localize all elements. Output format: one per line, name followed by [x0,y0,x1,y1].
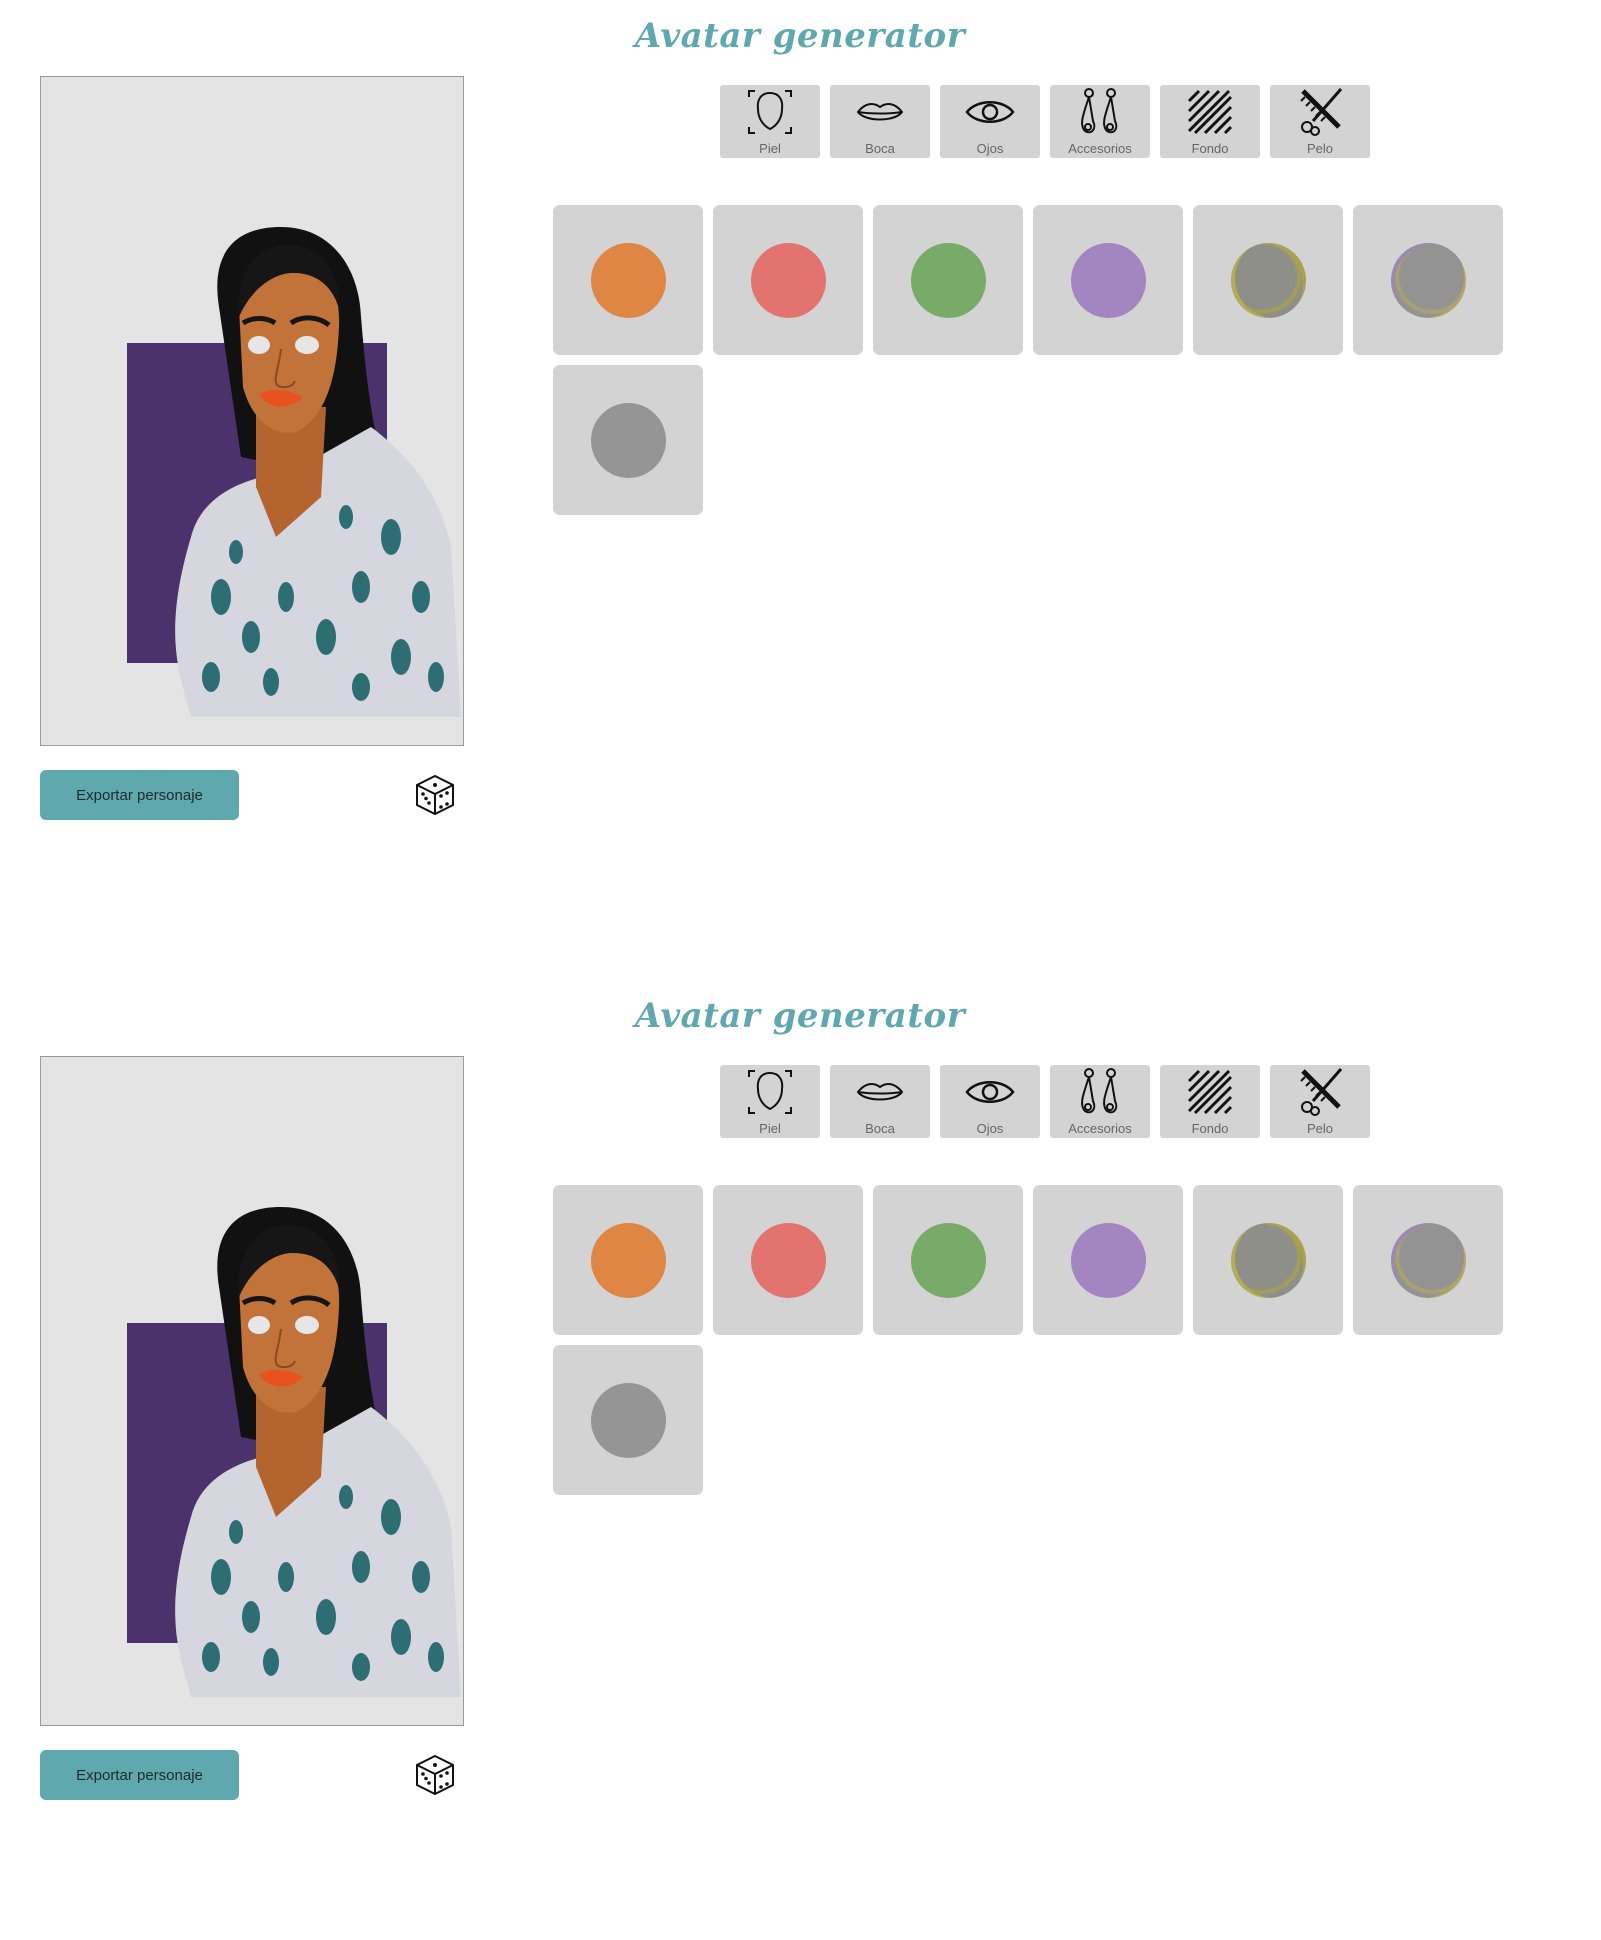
tab-fondo[interactable]: Fondo [1160,1065,1260,1138]
tab-pelo[interactable]: Pelo [1270,85,1370,158]
tab-label: Ojos [976,141,1004,156]
diagonal-stripes-icon [1187,1069,1233,1115]
export-character-button[interactable]: Exportar personaje [40,1750,239,1800]
color-swatch[interactable] [713,1185,863,1335]
avatar-illustration [127,227,462,717]
color-dot [1391,1223,1466,1298]
tab-piel[interactable]: Piel [720,1065,820,1138]
tab-label: Accesorios [1068,141,1132,156]
color-dot [591,403,666,478]
color-swatch[interactable] [553,205,703,355]
tab-fondo[interactable]: Fondo [1160,85,1260,158]
color-swatch[interactable] [1193,205,1343,355]
color-dot [591,243,666,318]
color-swatch[interactable] [873,1185,1023,1335]
color-dot [911,243,986,318]
color-swatch[interactable] [1353,205,1503,355]
avatar-generator-view: Avatar generator Exportar personaje Piel… [0,0,1601,860]
tab-accesorios[interactable]: Accesorios [1050,85,1150,158]
color-dot [1391,243,1466,318]
face-outline-icon [748,1070,792,1114]
app-title: Avatar generator [634,996,966,1036]
tab-pelo[interactable]: Pelo [1270,1065,1370,1138]
avatar-eye-right [295,1316,319,1334]
color-dot [1071,1223,1146,1298]
scissors-comb-icon [1300,1068,1343,1116]
color-dot [911,1223,986,1298]
color-dot [591,1383,666,1458]
tab-label: Pelo [1306,141,1334,156]
avatar-illustration [127,1207,462,1697]
dice-icon [416,1754,454,1796]
earrings-icon [1081,1068,1118,1114]
tab-boca[interactable]: Boca [830,1065,930,1138]
color-swatch[interactable] [1193,1185,1343,1335]
tab-boca[interactable]: Boca [830,85,930,158]
tab-ojos[interactable]: Ojos [940,85,1040,158]
randomize-button[interactable] [412,772,458,818]
tab-label: Fondo [1191,1121,1229,1136]
color-swatch-grid [553,1185,1503,1495]
tab-label: Pelo [1306,1121,1334,1136]
avatar-eye-right [295,336,319,354]
tab-label: Accesorios [1068,1121,1132,1136]
diagonal-stripes-icon [1187,89,1233,135]
earrings-icon [1081,88,1118,134]
eye-icon [965,101,1015,123]
tab-label: Boca [865,141,895,156]
dice-icon [416,774,454,816]
tab-piel[interactable]: Piel [720,85,820,158]
color-swatch[interactable] [553,365,703,515]
color-dot [751,1223,826,1298]
scissors-comb-icon [1300,88,1343,136]
color-swatch[interactable] [553,1185,703,1335]
color-swatch-grid [553,205,1503,515]
face-outline-icon [748,90,792,134]
color-dot [1071,243,1146,318]
color-dot [591,1223,666,1298]
tab-label: Piel [759,1121,781,1136]
color-swatch[interactable] [713,205,863,355]
lips-icon [856,1083,904,1101]
tab-label: Piel [759,141,781,156]
tab-accesorios[interactable]: Accesorios [1050,1065,1150,1138]
color-swatch[interactable] [1033,205,1183,355]
color-swatch[interactable] [1033,1185,1183,1335]
avatar-eye-left [248,1316,270,1334]
avatar-eye-left [248,336,270,354]
tab-label: Ojos [976,1121,1004,1136]
color-swatch[interactable] [873,205,1023,355]
color-swatch[interactable] [1353,1185,1503,1335]
avatar-generator-view: Avatar generator Exportar personaje Piel… [0,980,1601,1840]
color-dot [1231,243,1306,318]
randomize-button[interactable] [412,1752,458,1798]
color-dot [751,243,826,318]
tab-label: Boca [865,1121,895,1136]
color-swatch[interactable] [553,1345,703,1495]
avatar-canvas [40,1056,464,1726]
avatar-canvas [40,76,464,746]
app-title: Avatar generator [634,16,966,56]
lips-icon [856,103,904,121]
tab-label: Fondo [1191,141,1229,156]
export-character-button[interactable]: Exportar personaje [40,770,239,820]
eye-icon [965,1081,1015,1103]
color-dot [1231,1223,1306,1298]
tab-ojos[interactable]: Ojos [940,1065,1040,1138]
